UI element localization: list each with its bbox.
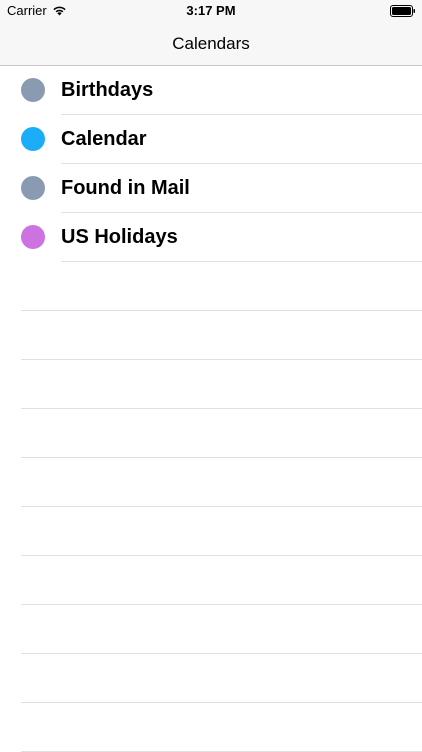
calendar-row-birthdays[interactable]: Birthdays (0, 66, 422, 115)
empty-row (0, 262, 422, 311)
navigation-bar: Calendars (0, 22, 422, 66)
empty-row (0, 409, 422, 458)
empty-row (0, 458, 422, 507)
empty-row (0, 556, 422, 605)
status-bar: Carrier 3:17 PM (0, 0, 422, 22)
empty-row (0, 360, 422, 409)
calendar-row-calendar[interactable]: Calendar (0, 115, 422, 164)
status-time: 3:17 PM (186, 3, 236, 18)
calendar-color-dot (21, 127, 45, 151)
empty-row (0, 507, 422, 556)
page-title: Calendars (172, 34, 250, 53)
calendar-color-dot (21, 176, 45, 200)
calendar-label: US Holidays (61, 226, 178, 248)
empty-row (0, 605, 422, 654)
calendar-color-dot (21, 225, 45, 249)
empty-row (0, 703, 422, 752)
empty-row (0, 654, 422, 703)
empty-row (0, 311, 422, 360)
calendar-list: Birthdays Calendar Found in Mail US Holi… (0, 66, 422, 752)
calendar-color-dot (21, 78, 45, 102)
calendar-label: Found in Mail (61, 177, 190, 199)
calendar-label: Calendar (61, 128, 147, 150)
calendar-row-us-holidays[interactable]: US Holidays (0, 213, 422, 262)
battery-icon (390, 5, 415, 17)
calendar-row-found-in-mail[interactable]: Found in Mail (0, 164, 422, 213)
calendar-label: Birthdays (61, 79, 154, 101)
